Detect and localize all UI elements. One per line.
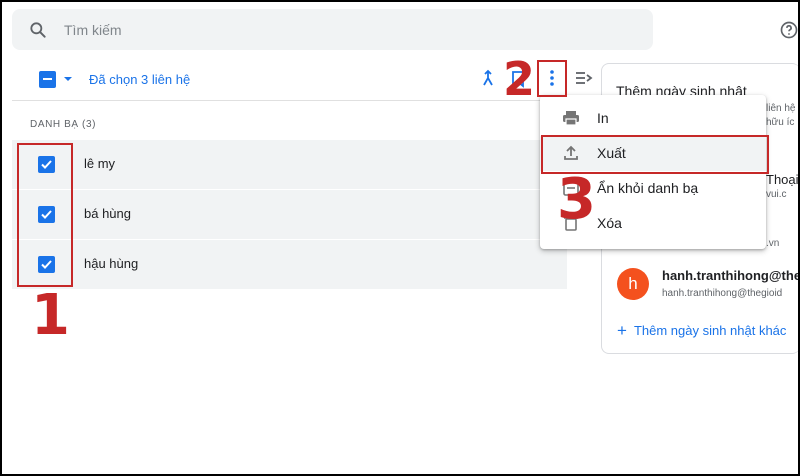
annotation-step-number: 2: [503, 52, 536, 106]
contact-row[interactable]: hậu hùng: [12, 240, 567, 289]
panel-contact-email: hanh.tranthihong@thegioid: [662, 288, 783, 299]
panel-contact-name-partial: Thoại: [766, 172, 799, 187]
panel-contact-name: hanh.tranthihong@theg: [662, 268, 800, 283]
menu-item-label: Ẩn khỏi danh bạ: [597, 180, 699, 196]
panel-contact-email-partial: vui.c: [766, 189, 787, 200]
plus-icon: +: [617, 321, 627, 340]
panel-subtext: hữu íc: [766, 117, 795, 128]
contact-name: bá hùng: [84, 206, 131, 221]
contacts-section-heading: DANH BẠ (3): [30, 119, 97, 130]
select-all-checkbox[interactable]: [39, 71, 56, 88]
search-icon: [30, 22, 46, 38]
panel-subtext: liên hệ: [766, 103, 796, 114]
merge-icon[interactable]: [479, 69, 497, 87]
contact-name: lê my: [84, 156, 116, 171]
chevron-down-icon[interactable]: [63, 74, 73, 84]
search-input[interactable]: [64, 19, 624, 41]
add-birthday-link[interactable]: + Thêm ngày sinh nhật khác: [617, 321, 786, 341]
menu-item-label: Xóa: [597, 215, 622, 231]
selected-count-label: Đã chọn 3 liên hệ: [89, 72, 191, 87]
add-birthday-label: Thêm ngày sinh nhật khác: [633, 323, 787, 338]
annotation-box-more-button: [537, 60, 567, 97]
panel-contact-email-partial: .vn: [766, 238, 780, 249]
search-bar[interactable]: [12, 9, 653, 50]
menu-item-label: In: [597, 110, 609, 126]
list-view-icon[interactable]: [575, 70, 593, 86]
annotation-step-number: 3: [557, 167, 596, 232]
avatar: h: [617, 268, 649, 300]
print-icon: [563, 111, 579, 126]
contact-row[interactable]: lê my: [12, 140, 567, 189]
annotation-step-number: 1: [31, 283, 70, 348]
menu-item-print[interactable]: In: [540, 101, 766, 136]
annotation-box-checkboxes: [17, 143, 73, 287]
contact-name: hậu hùng: [84, 256, 139, 271]
contact-row[interactable]: bá hùng: [12, 190, 567, 239]
help-icon[interactable]: [779, 20, 799, 40]
